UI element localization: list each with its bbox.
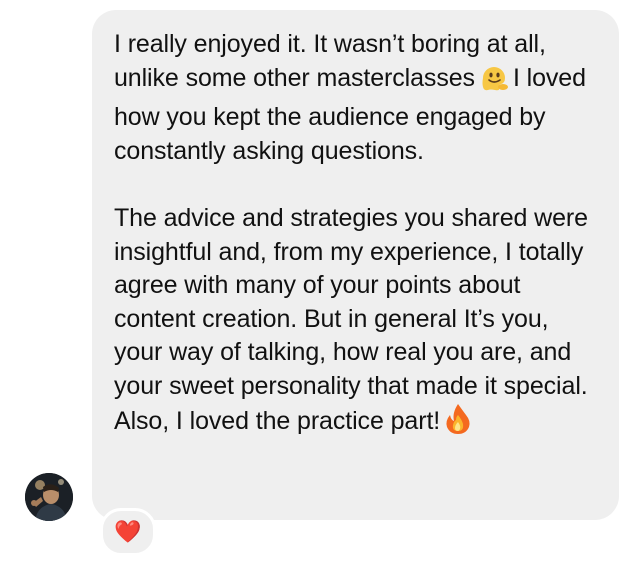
heart-icon: ❤️ — [114, 519, 142, 544]
incoming-message-row: I really enjoyed it. It wasn’t boring at… — [0, 0, 640, 564]
sender-avatar[interactable] — [25, 473, 73, 521]
message-text: The advice and strategies you shared wer… — [114, 204, 588, 435]
avatar-photo-icon — [25, 473, 73, 521]
message-paragraph-1: I really enjoyed it. It wasn’t boring at… — [114, 28, 599, 168]
melting-face-icon — [479, 62, 509, 102]
message-bubble[interactable]: I really enjoyed it. It wasn’t boring at… — [92, 10, 619, 520]
message-reaction[interactable]: ❤️ — [100, 508, 156, 556]
fire-icon — [444, 403, 472, 445]
message-paragraph-2: The advice and strategies you shared wer… — [114, 202, 599, 445]
